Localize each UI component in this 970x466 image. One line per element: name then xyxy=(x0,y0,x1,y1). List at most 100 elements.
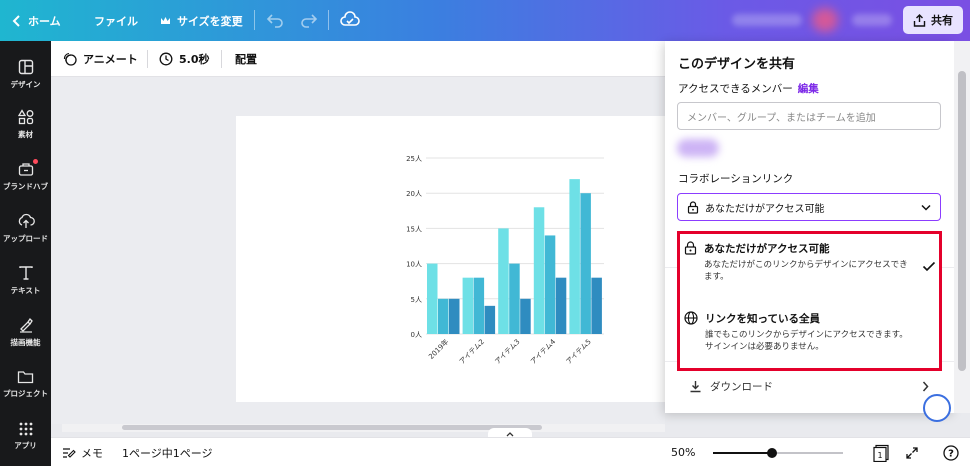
animate-label: アニメート xyxy=(83,53,138,66)
sidebar-item-brand-hub[interactable]: ブランドハブ xyxy=(0,151,51,201)
bar[interactable] xyxy=(449,298,460,334)
resize-button[interactable]: サイズを変更 xyxy=(160,0,243,41)
add-people-input[interactable]: メンバー、グループ、またはチームを追加 xyxy=(677,102,941,130)
bar[interactable] xyxy=(555,277,567,334)
zoom-slider[interactable] xyxy=(713,448,843,458)
undo-icon xyxy=(266,14,283,28)
bar-chart[interactable]: 0人 5人 10人 15人 20人 25人 2019年 アイテム2 アイテム3 アイテム4 アイテム… xyxy=(236,116,666,402)
notification-dot xyxy=(33,159,38,164)
bar[interactable] xyxy=(473,277,485,334)
x-tick-label: アイテム2 xyxy=(458,338,486,366)
sidebar-item-label: 描画機能 xyxy=(10,337,41,347)
share-label: 共有 xyxy=(931,14,953,27)
notes-label: メモ xyxy=(81,446,103,460)
toolbar-divider xyxy=(328,10,329,30)
help-button[interactable]: ? xyxy=(943,438,959,466)
layout-icon xyxy=(18,59,33,74)
edit-link[interactable]: 編集 xyxy=(798,83,819,95)
bar[interactable] xyxy=(498,228,509,334)
left-sidebar: デザイン 素材 ブランドハブ アップロード テキスト 描画機能 プロジェクト ア… xyxy=(0,41,51,466)
sidebar-item-elements[interactable]: 素材 xyxy=(0,99,51,149)
access-members-label: アクセスできるメンバー 編集 xyxy=(678,81,819,96)
option-description: 誰でもこのリンクからデザインにアクセスできます。サインインは必要ありません。 xyxy=(705,330,908,353)
cloud-check-icon xyxy=(340,11,360,26)
clock-icon xyxy=(159,52,173,66)
x-tick-label: 2019年 xyxy=(426,337,450,361)
duration-button[interactable]: 5.0秒 xyxy=(159,41,210,77)
horizontal-scrollbar[interactable] xyxy=(62,424,665,432)
sidebar-item-label: 素材 xyxy=(18,129,33,139)
blurred-user-area xyxy=(852,14,892,26)
bar[interactable] xyxy=(509,263,520,334)
bar[interactable] xyxy=(484,305,496,334)
notes-button[interactable]: メモ xyxy=(62,438,103,466)
brand-icon xyxy=(18,162,33,176)
bar[interactable] xyxy=(427,263,438,334)
sidebar-item-label: アプリ xyxy=(14,440,37,450)
sidebar-item-projects[interactable]: プロジェクト xyxy=(0,359,51,409)
undo-button[interactable] xyxy=(266,12,284,31)
sidebar-item-design[interactable]: デザイン xyxy=(0,49,51,99)
y-tick-label: 20人 xyxy=(406,190,422,198)
top-bar: ホーム ファイル サイズを変更 共有 xyxy=(0,0,970,41)
toolbar-divider xyxy=(221,50,222,68)
page-view-button[interactable]: 1 xyxy=(872,438,890,466)
add-people-placeholder: メンバー、グループ、またはチームを追加 xyxy=(687,112,876,124)
position-button[interactable]: 配置 xyxy=(235,41,257,77)
bar[interactable] xyxy=(580,193,591,334)
chevron-down-icon xyxy=(921,204,931,211)
shapes-icon xyxy=(17,108,33,124)
save-status-button[interactable] xyxy=(340,11,360,32)
sidebar-item-draw[interactable]: 描画機能 xyxy=(0,307,51,357)
share-icon xyxy=(913,13,926,27)
help-icon: ? xyxy=(943,444,959,461)
home-button[interactable]: ホーム xyxy=(12,0,61,41)
avatar[interactable] xyxy=(812,8,838,32)
bar[interactable] xyxy=(462,277,474,334)
file-menu-button[interactable]: ファイル xyxy=(94,0,138,41)
folder-icon xyxy=(17,370,34,383)
y-tick-label: 5人 xyxy=(411,296,422,304)
share-panel-title: このデザインを共有 xyxy=(678,57,796,72)
home-label: ホーム xyxy=(28,14,61,28)
link-access-select[interactable]: あなただけがアクセス可能 xyxy=(677,193,941,221)
scrollbar-thumb[interactable] xyxy=(122,425,542,430)
scrollbar-thumb[interactable] xyxy=(958,71,966,371)
help-label: ? xyxy=(948,448,954,459)
bar[interactable] xyxy=(569,179,580,334)
collab-link-label: コラボレーションリンク xyxy=(678,173,794,185)
sidebar-item-apps[interactable]: アプリ xyxy=(0,411,51,461)
option-title: リンクを知っている全員 xyxy=(705,313,820,325)
download-button[interactable]: ダウンロード xyxy=(689,375,929,397)
position-label: 配置 xyxy=(235,53,257,66)
bar[interactable] xyxy=(520,298,531,334)
selected-access-label: あなただけがアクセス可能 xyxy=(705,203,825,215)
zoom-value[interactable]: 50% xyxy=(671,438,695,466)
option-title: あなただけがアクセス可能 xyxy=(704,243,830,255)
access-option-anyone-with-link[interactable]: リンクを知っている全員 誰でもこのリンクからデザインにアクセスできます。サインイ… xyxy=(684,311,936,354)
share-panel-scrollbar[interactable] xyxy=(954,41,970,413)
zoom-label: 50% xyxy=(671,446,696,459)
floating-help-button[interactable] xyxy=(923,394,951,422)
bar[interactable] xyxy=(533,207,545,334)
redo-button[interactable] xyxy=(300,12,318,31)
member-avatar xyxy=(677,139,719,157)
bar[interactable] xyxy=(544,235,556,334)
design-page[interactable]: 0人 5人 10人 15人 20人 25人 2019年 アイテム2 アイテム3 アイテム4 アイテム… xyxy=(236,116,666,402)
share-button[interactable]: 共有 xyxy=(903,6,963,34)
bar[interactable] xyxy=(438,298,449,334)
y-tick-label: 25人 xyxy=(406,155,422,163)
bar[interactable] xyxy=(591,277,602,334)
zoom-slider-handle[interactable] xyxy=(766,448,777,458)
link-access-dropdown: あなただけがアクセス可能 あなただけがこのリンクからデザインにアクセスできます。… xyxy=(677,231,942,371)
access-option-only-you[interactable]: あなただけがアクセス可能 あなただけがこのリンクからデザインにアクセスできます。 xyxy=(684,241,936,284)
fullscreen-button[interactable] xyxy=(905,438,919,466)
sidebar-item-text[interactable]: テキスト xyxy=(0,255,51,305)
canvas-area: 0人 5人 10人 15人 20人 25人 2019年 アイテム2 アイテム3 アイテム4 アイテム… xyxy=(51,77,666,424)
resize-label: サイズを変更 xyxy=(177,14,243,28)
fullscreen-icon xyxy=(906,446,918,459)
sidebar-item-label: アップロード xyxy=(3,233,48,243)
animate-button[interactable]: アニメート xyxy=(63,41,138,77)
sidebar-item-uploads[interactable]: アップロード xyxy=(0,203,51,253)
sidebar-item-label: テキスト xyxy=(10,285,41,295)
